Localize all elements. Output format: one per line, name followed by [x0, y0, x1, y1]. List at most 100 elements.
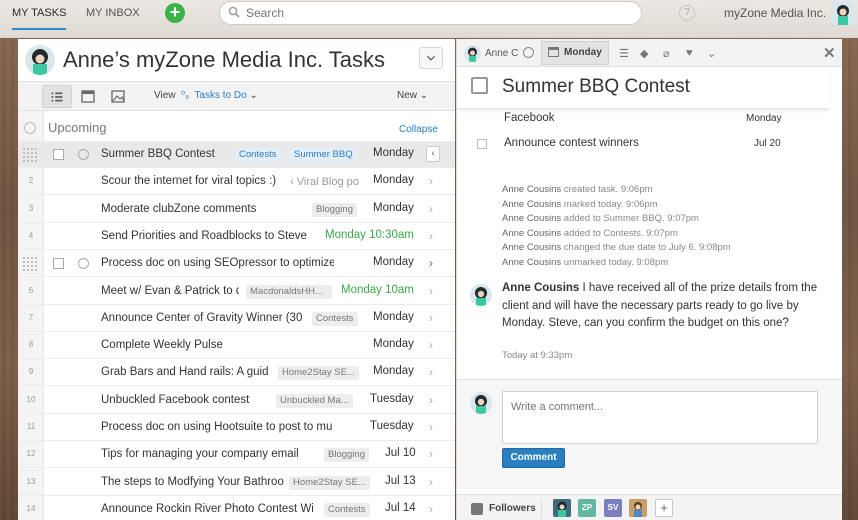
attachment-icon[interactable]: ⌀ — [663, 47, 670, 60]
view-filter-dropdown[interactable]: View ⁰₉ Tasks to Do ⌄ — [154, 90, 258, 101]
subtasks-icon[interactable]: ☰ — [619, 47, 629, 60]
task-row[interactable]: 4 Send Priorities and Roadblocks to Steve… — [18, 223, 455, 250]
task-due-date[interactable]: Monday — [373, 256, 414, 268]
task-name[interactable]: Unbuckled Facebook contest — [101, 394, 281, 406]
task-name[interactable]: Meet w/ Evan & Patrick to d — [101, 285, 239, 297]
task-tag[interactable]: Home2Stay SE... — [278, 366, 359, 381]
task-row[interactable]: 10 Unbuckled Facebook contest Unbuckled Ma… — [18, 387, 455, 414]
title-dropdown-button[interactable] — [419, 47, 443, 69]
chevron-right-icon[interactable]: › — [429, 229, 433, 243]
task-name[interactable]: Announce Rockin River Photo Contest Wi — [101, 503, 319, 515]
task-due-date[interactable]: Monday — [373, 365, 414, 377]
followers-button[interactable]: Followers — [467, 499, 542, 518]
task-name[interactable]: Tips for managing your company email — [101, 448, 301, 460]
new-dropdown[interactable]: New ⌄ — [397, 90, 428, 101]
story-actor[interactable]: Anne Cousins — [502, 228, 561, 239]
task-name[interactable]: Moderate clubZone comments — [101, 203, 281, 215]
task-tag[interactable]: Contests — [312, 311, 358, 326]
add-task-button[interactable]: + — [165, 3, 185, 23]
assignee-avatar[interactable] — [464, 45, 481, 62]
task-due-date[interactable]: Monday — [373, 202, 414, 214]
task-due-date[interactable]: Jul 14 — [385, 502, 416, 514]
task-tag[interactable]: Blogging — [312, 202, 357, 217]
subtask-due[interactable]: Monday — [746, 113, 782, 124]
chevron-right-icon[interactable]: › — [429, 256, 433, 270]
close-icon[interactable]: ✕ — [823, 44, 836, 62]
help-button[interactable]: ? — [679, 5, 695, 21]
task-due-date[interactable]: Monday — [373, 338, 414, 350]
task-row[interactable]: 8 Complete Weekly Pulse Monday › — [18, 332, 455, 360]
task-tag[interactable]: Contests — [324, 502, 370, 517]
heart-circle-icon[interactable] — [78, 258, 89, 270]
heart-icon[interactable]: ♥ — [686, 47, 693, 59]
task-tag[interactable]: Home2Stay SE... — [289, 475, 370, 490]
chevron-down-icon[interactable]: ⌄ — [707, 47, 716, 60]
subtask-due[interactable]: Jul 20 — [754, 138, 781, 149]
chevron-right-icon[interactable]: › — [429, 284, 433, 298]
follower-avatar[interactable] — [629, 499, 647, 517]
chevron-right-icon[interactable]: › — [429, 420, 433, 434]
user-avatar[interactable] — [831, 1, 855, 25]
complete-circle-icon[interactable] — [523, 47, 534, 58]
task-tag[interactable]: Blogging — [324, 448, 369, 463]
task-tag[interactable]: MacdonaldsHH... — [246, 284, 332, 299]
task-tag[interactable]: Contests — [235, 148, 281, 162]
story-actor[interactable]: Anne Cousins — [502, 199, 561, 210]
task-due-date[interactable]: Jul 13 — [385, 475, 416, 487]
comment-input[interactable] — [502, 391, 818, 444]
task-name[interactable]: Complete Weekly Pulse — [101, 339, 281, 351]
story-actor[interactable]: Anne Cousins — [502, 242, 561, 253]
task-due-date[interactable]: Monday 10am — [341, 284, 414, 296]
chevron-right-icon[interactable]: › — [429, 447, 433, 461]
task-name[interactable]: Scour the internet for viral topics :) — [101, 175, 291, 187]
chevron-right-icon[interactable]: › — [429, 475, 433, 489]
task-row[interactable]: 13 The steps to Modfying Your Bathroo Home… — [18, 469, 455, 496]
calendar-view-button[interactable] — [73, 85, 103, 108]
task-due-date[interactable]: Monday — [373, 147, 414, 159]
task-checkbox[interactable] — [53, 149, 64, 160]
chevron-right-icon[interactable]: › — [429, 311, 433, 325]
task-complete-checkbox[interactable] — [471, 77, 488, 94]
task-name[interactable]: Process doc on using SEOpressor to optim… — [101, 257, 334, 269]
task-row[interactable]: 2 Scour the internet for viral topics :) ‹… — [18, 168, 455, 196]
task-name[interactable]: Grab Bars and Hand rails: A guid — [101, 366, 273, 378]
story-actor[interactable]: Anne Cousins — [502, 184, 561, 195]
task-name[interactable]: Send Priorities and Roadblocks to Steve — [101, 230, 331, 242]
collapse-link[interactable]: Collapse — [399, 124, 438, 135]
chevron-right-icon[interactable]: › — [429, 202, 433, 216]
organization-name[interactable]: myZone Media Inc. — [724, 6, 826, 20]
task-row[interactable]: 12 Tips for managing your company email Bl… — [18, 441, 455, 469]
task-due-date[interactable]: Jul 10 — [385, 447, 416, 459]
task-due-date[interactable]: Monday — [373, 311, 414, 323]
chevron-right-icon[interactable]: › — [429, 365, 433, 379]
subtask-name[interactable]: Facebook — [504, 112, 555, 124]
comment-author[interactable]: Anne Cousins — [502, 282, 579, 294]
task-row[interactable]: Process doc on using SEOpressor to optim… — [18, 250, 455, 278]
files-view-button[interactable] — [103, 85, 133, 108]
nav-my-tasks[interactable]: MY TASKS — [12, 0, 67, 30]
story-actor[interactable]: Anne Cousins — [502, 257, 561, 268]
nav-my-inbox[interactable]: MY INBOX — [86, 0, 140, 36]
story-actor[interactable]: Anne Cousins — [502, 213, 561, 224]
task-checkbox[interactable] — [53, 258, 64, 270]
task-name[interactable]: The steps to Modfying Your Bathroo — [101, 476, 287, 488]
task-tag[interactable]: Unbuckled Ma... — [276, 393, 353, 408]
chevron-left-icon[interactable]: ‹ — [426, 146, 440, 162]
task-name[interactable]: Announce Center of Gravity Winner (30 — [101, 312, 307, 324]
task-name[interactable]: Process doc on using Hootsuite to post t… — [101, 421, 333, 433]
chevron-right-icon[interactable]: › — [429, 338, 433, 352]
follower-avatar[interactable]: ZP — [578, 499, 596, 517]
task-name[interactable]: Summer BBQ Contest — [101, 148, 231, 160]
tag-icon[interactable]: ◆ — [640, 47, 648, 60]
follower-avatar[interactable] — [553, 499, 571, 517]
chevron-right-icon[interactable]: › — [429, 393, 433, 407]
task-row[interactable]: 6 Meet w/ Evan & Patrick to d MacdonaldsHH… — [18, 278, 455, 305]
subtask-name[interactable]: Announce contest winners — [504, 137, 639, 149]
task-due-date[interactable]: Tuesday — [370, 393, 414, 405]
task-row[interactable]: 11 Process doc on using Hootsuite to post… — [18, 414, 455, 441]
chevron-right-icon[interactable]: › — [429, 174, 433, 188]
task-title[interactable]: Summer BBQ Contest — [502, 76, 690, 98]
task-due-date[interactable]: Monday — [373, 174, 414, 186]
task-row[interactable]: 3 Moderate clubZone comments Blogging Monda… — [18, 196, 455, 223]
follower-avatar[interactable]: SV — [604, 499, 622, 517]
